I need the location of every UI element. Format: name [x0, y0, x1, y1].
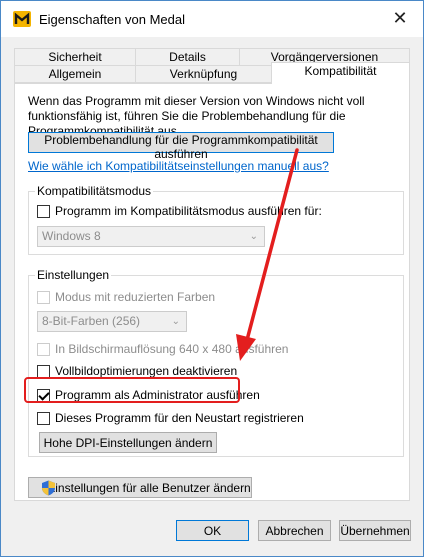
red-arrow-icon: [236, 148, 299, 361]
